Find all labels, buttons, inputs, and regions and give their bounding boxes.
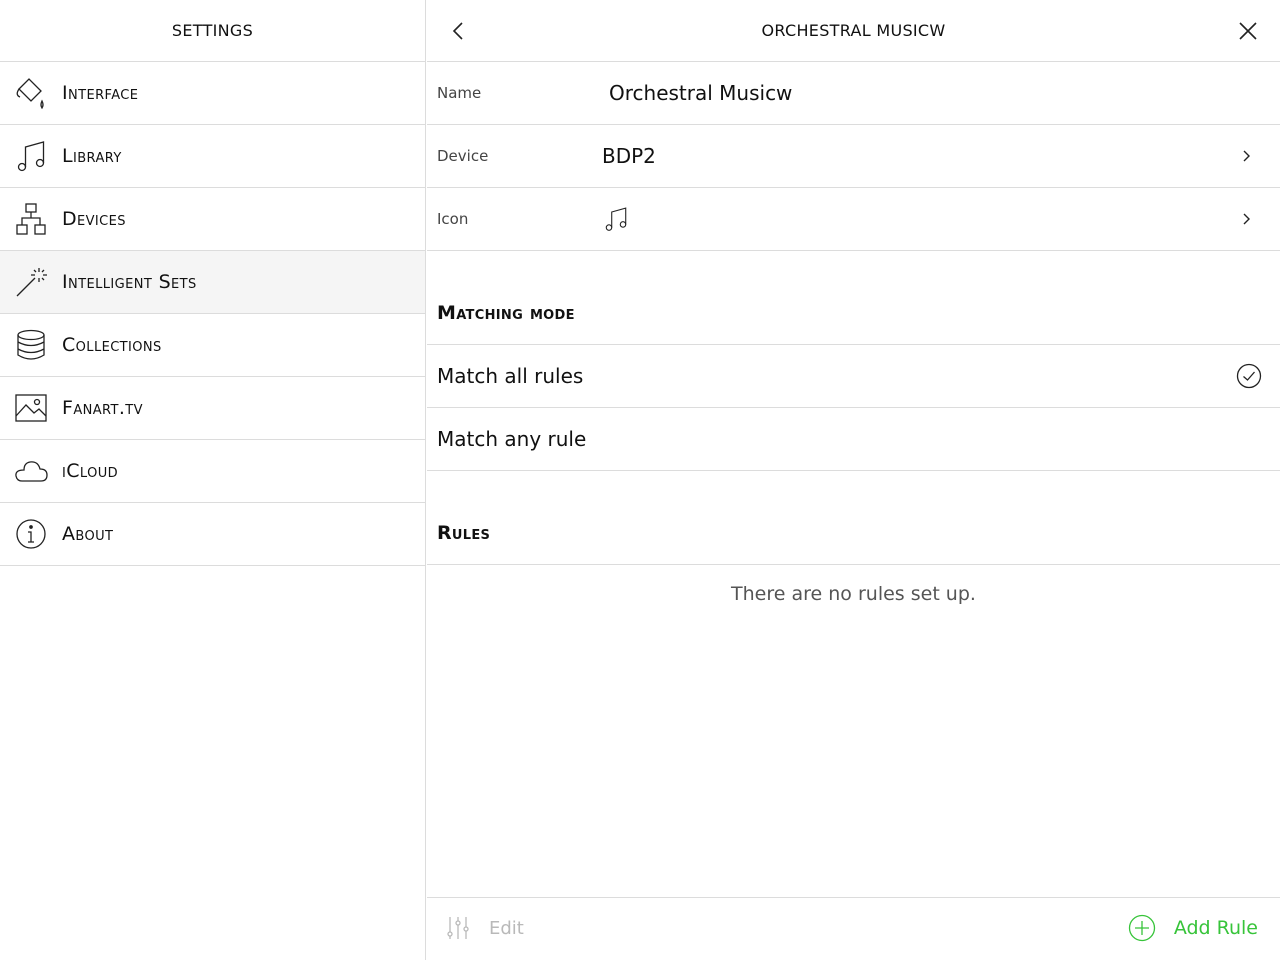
sidebar-item-label: Fanart.tv (62, 397, 143, 419)
name-label: Name (437, 84, 482, 102)
plus-circle-icon (1128, 914, 1155, 942)
paint-bucket-icon (0, 62, 62, 125)
sidebar-item-label: Library (62, 145, 122, 167)
sidebar-item-label: Devices (62, 208, 126, 230)
sidebar-item-icloud[interactable]: iCloud (0, 440, 425, 503)
device-row[interactable]: Device BDP2 (427, 125, 1280, 188)
sidebar-item-label: Collections (62, 334, 162, 356)
sidebar-item-interface[interactable]: Interface (0, 62, 425, 125)
sidebar-item-label: About (62, 523, 114, 545)
empty-rules-message: There are no rules set up. (731, 583, 976, 605)
add-rule-button[interactable]: Add Rule (1128, 914, 1258, 942)
detail-pane: ORCHESTRAL MUSICW Name Device BDP2 Icon (427, 0, 1280, 960)
music-note-icon (0, 125, 62, 188)
option-match-all[interactable]: Match all rules (427, 345, 1280, 408)
checkmark-circle-icon (1236, 363, 1262, 389)
sidebar-header: Settings (0, 0, 425, 62)
sidebar-item-label: Interface (62, 82, 139, 104)
sidebar-item-devices[interactable]: Devices (0, 188, 425, 251)
sidebar-item-collections[interactable]: Collections (0, 314, 425, 377)
edit-label: Edit (489, 917, 524, 939)
device-value: BDP2 (602, 144, 656, 168)
option-label: Match any rule (437, 427, 587, 451)
option-label: Match all rules (437, 364, 584, 388)
close-button[interactable] (1236, 19, 1260, 43)
image-icon (0, 377, 62, 440)
sidebar-item-intelligent-sets[interactable]: Intelligent Sets (0, 251, 425, 314)
name-field[interactable] (592, 81, 1192, 105)
matching-mode-heading: Matching mode (427, 251, 1280, 345)
add-rule-label: Add Rule (1173, 917, 1258, 939)
bottom-toolbar: Edit Add Rule (427, 897, 1280, 960)
sidebar-item-fanart[interactable]: Fanart.tv (0, 377, 425, 440)
rules-heading: Rules (427, 471, 1280, 565)
device-label: Device (437, 147, 489, 165)
icon-label: Icon (437, 210, 469, 228)
info-icon (0, 503, 62, 566)
page-title: ORCHESTRAL MUSICW (761, 21, 946, 40)
detail-header: ORCHESTRAL MUSICW (427, 0, 1280, 62)
database-icon (0, 314, 62, 377)
sidebar-item-label: Intelligent Sets (62, 271, 197, 293)
name-row: Name (427, 62, 1280, 125)
cloud-icon (0, 440, 62, 503)
sliders-icon (447, 917, 469, 939)
music-note-icon (592, 205, 630, 233)
sidebar-item-library[interactable]: Library (0, 125, 425, 188)
magic-wand-icon (0, 251, 62, 314)
icon-row[interactable]: Icon (427, 188, 1280, 251)
sidebar-title: Settings (171, 21, 254, 40)
sidebar-item-label: iCloud (62, 460, 119, 482)
back-button[interactable] (447, 19, 471, 43)
settings-sidebar: Settings Interface Library (0, 0, 426, 960)
close-icon (1239, 22, 1257, 40)
option-match-any[interactable]: Match any rule (427, 408, 1280, 471)
network-icon (0, 188, 62, 251)
chevron-right-icon (1243, 213, 1250, 225)
chevron-left-icon (452, 22, 463, 40)
sidebar-item-about[interactable]: About (0, 503, 425, 566)
chevron-right-icon (1243, 150, 1250, 162)
edit-button[interactable]: Edit (445, 914, 524, 942)
